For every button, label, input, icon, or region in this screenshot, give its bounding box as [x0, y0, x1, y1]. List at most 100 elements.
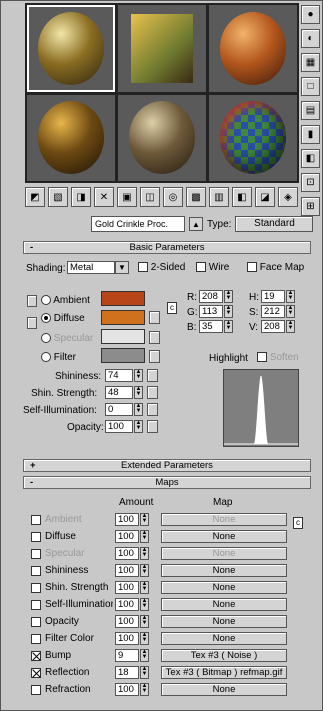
ambient-radio[interactable] — [41, 295, 51, 306]
material-slot[interactable] — [118, 5, 206, 92]
material-slot[interactable] — [209, 5, 297, 92]
specular-color-swatch[interactable] — [101, 329, 145, 344]
shininess-map-button[interactable] — [147, 369, 158, 382]
lock-diffuse-specular-button[interactable] — [27, 317, 37, 329]
self-illumination-spinner[interactable]: 0 — [105, 403, 133, 416]
map-amount-spin-arrows[interactable]: ▲ ▼ — [140, 632, 149, 645]
map-slot-button[interactable]: None — [161, 615, 287, 628]
map-enable-checkbox[interactable] — [31, 549, 41, 560]
show-map-in-viewport-icon[interactable]: ▩ — [186, 187, 206, 207]
get-material-icon[interactable]: ◩ — [25, 187, 45, 207]
material-navigator-icon[interactable]: ▲ — [189, 217, 203, 231]
sample-uv-icon[interactable]: □ — [301, 77, 320, 96]
opacity-map-button[interactable] — [147, 420, 158, 433]
map-slot-button[interactable]: None — [161, 564, 287, 577]
value-spinner[interactable]: 208 — [261, 320, 285, 333]
map-slot-button[interactable]: Tex #3 ( Noise ) — [161, 649, 287, 662]
map-slot-button[interactable]: None — [161, 598, 287, 611]
backlight-icon[interactable]: ◐ — [301, 29, 320, 48]
map-slot-button[interactable]: None — [161, 513, 287, 526]
map-amount-spin-arrows[interactable]: ▲ ▼ — [140, 530, 149, 543]
map-amount-spin-arrows[interactable]: ▲ ▼ — [140, 564, 149, 577]
lock-icon[interactable]: c — [167, 302, 177, 314]
map-enable-checkbox[interactable] — [31, 685, 41, 696]
make-preview-icon[interactable]: ▮ — [301, 125, 320, 144]
map-amount-spinner[interactable]: 100 — [115, 598, 139, 611]
material-name-field[interactable]: Gold Crinkle Proc. — [91, 216, 185, 232]
put-to-library-icon[interactable]: ◫ — [140, 187, 160, 207]
map-amount-spin-arrows[interactable]: ▲ ▼ — [140, 547, 149, 560]
hue-spin-arrows[interactable]: ▲ ▼ — [286, 290, 295, 303]
map-slot-button[interactable]: None — [161, 683, 287, 696]
map-enable-checkbox[interactable] — [31, 583, 41, 594]
shin-strength-map-button[interactable] — [147, 386, 158, 399]
shading-dropdown-icon[interactable]: ▼ — [115, 261, 129, 274]
extended-parameters-rollout[interactable]: + Extended Parameters — [23, 459, 311, 472]
two-sided-checkbox[interactable] — [138, 262, 148, 273]
map-slot-button[interactable]: None — [161, 581, 287, 594]
self-illumination-map-button[interactable] — [147, 403, 158, 416]
map-amount-spinner[interactable]: 100 — [115, 564, 139, 577]
put-to-scene-icon[interactable]: ▧ — [48, 187, 68, 207]
green-spinner[interactable]: 113 — [199, 305, 223, 318]
blue-spinner[interactable]: 35 — [199, 320, 223, 333]
map-slot-button[interactable]: None — [161, 530, 287, 543]
material-slot[interactable] — [27, 5, 115, 92]
lock-ambient-diffuse-button[interactable] — [27, 295, 37, 307]
map-amount-spin-arrows[interactable]: ▲ ▼ — [140, 581, 149, 594]
map-amount-spin-arrows[interactable]: ▲ ▼ — [140, 513, 149, 526]
map-amount-spinner[interactable]: 100 — [115, 513, 139, 526]
map-amount-spinner[interactable]: 100 — [115, 683, 139, 696]
options-icon[interactable]: ◧ — [301, 149, 320, 168]
map-amount-spinner[interactable]: 18 — [115, 666, 139, 679]
show-end-result-icon[interactable]: ▥ — [209, 187, 229, 207]
material-slot[interactable] — [209, 94, 297, 181]
shading-select[interactable]: Metal — [67, 261, 115, 274]
go-forward-to-sibling-icon[interactable]: ◪ — [255, 187, 275, 207]
blue-spin-arrows[interactable]: ▲ ▼ — [224, 320, 233, 333]
opacity-spin-arrows[interactable]: ▲ ▼ — [134, 420, 143, 433]
map-amount-spinner[interactable]: 100 — [115, 530, 139, 543]
red-spin-arrows[interactable]: ▲ ▼ — [224, 290, 233, 303]
self-illumination-spin-arrows[interactable]: ▲ ▼ — [134, 403, 143, 416]
soften-checkbox[interactable] — [257, 352, 267, 363]
map-enable-checkbox[interactable] — [31, 668, 41, 679]
map-amount-spin-arrows[interactable]: ▲ ▼ — [140, 598, 149, 611]
map-amount-spinner[interactable]: 100 — [115, 632, 139, 645]
hue-spinner[interactable]: 19 — [261, 290, 285, 303]
map-amount-spin-arrows[interactable]: ▲ ▼ — [140, 683, 149, 696]
map-enable-checkbox[interactable] — [31, 617, 41, 628]
map-enable-checkbox[interactable] — [31, 651, 41, 662]
type-button[interactable]: Standard — [235, 216, 314, 232]
map-enable-checkbox[interactable] — [31, 515, 41, 526]
reset-map-icon[interactable]: ✕ — [94, 187, 114, 207]
filter-radio[interactable] — [41, 352, 51, 363]
value-spin-arrows[interactable]: ▲ ▼ — [286, 320, 295, 333]
specular-radio[interactable] — [41, 333, 51, 344]
map-enable-checkbox[interactable] — [31, 600, 41, 611]
map-slot-button[interactable]: None — [161, 632, 287, 645]
make-copy-icon[interactable]: ▣ — [117, 187, 137, 207]
opacity-spinner[interactable]: 100 — [105, 420, 133, 433]
map-enable-checkbox[interactable] — [31, 566, 41, 577]
map-enable-checkbox[interactable] — [31, 634, 41, 645]
diffuse-color-swatch[interactable] — [101, 310, 145, 325]
shin-strength-spinner[interactable]: 48 — [105, 386, 133, 399]
filter-color-swatch[interactable] — [101, 348, 145, 363]
shininess-spin-arrows[interactable]: ▲ ▼ — [134, 369, 143, 382]
red-spinner[interactable]: 208 — [199, 290, 223, 303]
shin-strength-spin-arrows[interactable]: ▲ ▼ — [134, 386, 143, 399]
face-map-checkbox[interactable] — [247, 262, 257, 273]
saturation-spinner[interactable]: 212 — [261, 305, 285, 318]
checker-background-icon[interactable]: ▦ — [301, 53, 320, 72]
filter-map-button[interactable] — [149, 350, 160, 363]
material-slot[interactable] — [118, 94, 206, 181]
map-slot-button[interactable]: Tex #3 ( Bitmap ) refmap.gif — [161, 666, 287, 679]
diffuse-map-button[interactable] — [149, 311, 160, 324]
maps-rollout[interactable]: - Maps — [23, 476, 311, 489]
map-amount-spinner[interactable]: 100 — [115, 547, 139, 560]
map-amount-spin-arrows[interactable]: ▲ ▼ — [140, 615, 149, 628]
diffuse-radio[interactable] — [41, 313, 51, 324]
map-amount-spin-arrows[interactable]: ▲ ▼ — [140, 666, 149, 679]
video-color-check-icon[interactable]: ▤ — [301, 101, 320, 120]
